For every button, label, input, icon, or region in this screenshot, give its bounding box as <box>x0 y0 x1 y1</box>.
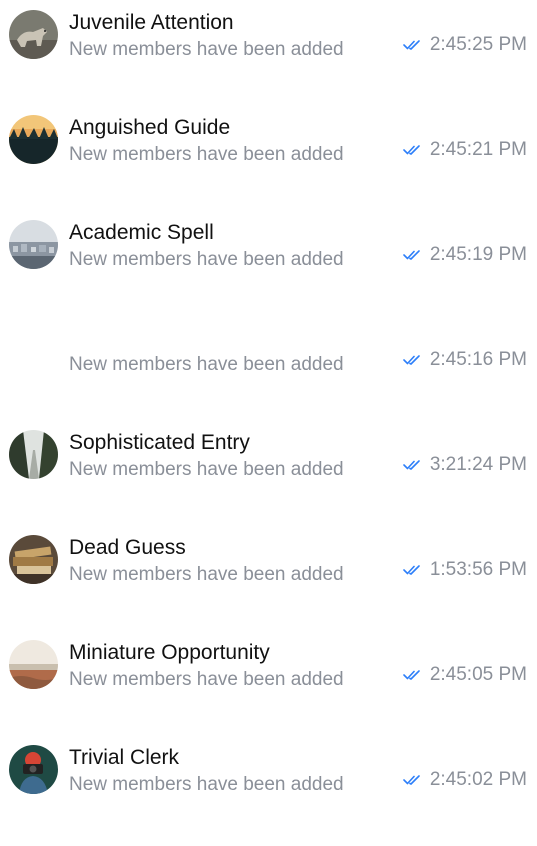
avatar-forest-sunset-icon <box>9 115 58 164</box>
chat-last-message: New members have been added <box>69 39 344 60</box>
chat-list: Juvenile Attention New members have been… <box>0 0 537 846</box>
chat-time: 2:45:02 PM <box>429 769 527 790</box>
chat-meta: 1:53:56 PM <box>403 557 527 583</box>
chat-meta: 2:45:21 PM <box>403 137 527 163</box>
double-check-icon <box>403 669 421 681</box>
chat-time: 2:45:25 PM <box>429 34 527 55</box>
chat-row-anguished-guide[interactable]: Anguished Guide New members have been ad… <box>0 105 537 210</box>
double-check-icon <box>403 564 421 576</box>
avatar-photographer-icon <box>9 745 58 794</box>
avatar-tree-path-icon <box>9 430 58 479</box>
chat-time: 2:45:19 PM <box>429 244 527 265</box>
chat-row-juvenile-attention[interactable]: Juvenile Attention New members have been… <box>0 0 537 105</box>
double-check-icon <box>403 249 421 261</box>
double-check-icon <box>403 774 421 786</box>
double-check-icon <box>403 39 421 51</box>
chat-last-message: New members have been added <box>69 144 344 165</box>
chat-last-message: New members have been added <box>69 459 344 480</box>
chat-row-trivial-clerk[interactable]: Trivial Clerk New members have been adde… <box>0 735 537 840</box>
chat-last-message: New members have been added <box>69 249 344 270</box>
chat-row-miniature-opportunity[interactable]: Miniature Opportunity New members have b… <box>0 630 537 735</box>
double-check-icon <box>403 144 421 156</box>
chat-meta: 2:45:16 PM <box>403 347 527 373</box>
chat-meta: 2:45:02 PM <box>403 767 527 793</box>
chat-title: Juvenile Attention <box>69 11 234 34</box>
chat-title: Dead Guess <box>69 536 186 559</box>
chat-last-message: New members have been added <box>69 564 344 585</box>
chat-row-academic-spell[interactable]: Academic Spell New members have been add… <box>0 210 537 315</box>
chat-time: 2:45:05 PM <box>429 664 527 685</box>
double-check-icon <box>403 354 421 366</box>
chat-meta: 2:45:19 PM <box>403 242 527 268</box>
chat-time: 1:53:56 PM <box>429 559 527 580</box>
chat-title: Anguished Guide <box>69 116 231 139</box>
chat-last-message: New members have been added <box>69 354 344 375</box>
chat-last-message: New members have been added <box>69 669 344 690</box>
avatar-wolf-icon <box>9 10 58 59</box>
chat-time: 2:45:21 PM <box>429 139 527 160</box>
avatar-books-icon <box>9 535 58 584</box>
chat-last-message: New members have been added <box>69 774 344 795</box>
chat-title: Trivial Clerk <box>69 746 180 769</box>
chat-title: Academic Spell <box>69 221 214 244</box>
avatar-city-icon <box>9 220 58 269</box>
chat-title: Sophisticated Entry <box>69 431 250 454</box>
chat-row-dead-guess[interactable]: Dead Guess New members have been added 1… <box>0 525 537 630</box>
chat-meta: 3:21:24 PM <box>403 452 527 478</box>
chat-row-sophisticated-entry[interactable]: Sophisticated Entry New members have bee… <box>0 420 537 525</box>
chat-meta: 2:45:05 PM <box>403 662 527 688</box>
chat-meta: 2:45:25 PM <box>403 32 527 58</box>
double-check-icon <box>403 459 421 471</box>
chat-row-unnamed[interactable]: New members have been added 2:45:16 PM <box>0 315 537 420</box>
chat-time: 3:21:24 PM <box>429 454 527 475</box>
chat-title: Miniature Opportunity <box>69 641 270 664</box>
avatar-field-icon <box>9 640 58 689</box>
chat-time: 2:45:16 PM <box>429 349 527 370</box>
